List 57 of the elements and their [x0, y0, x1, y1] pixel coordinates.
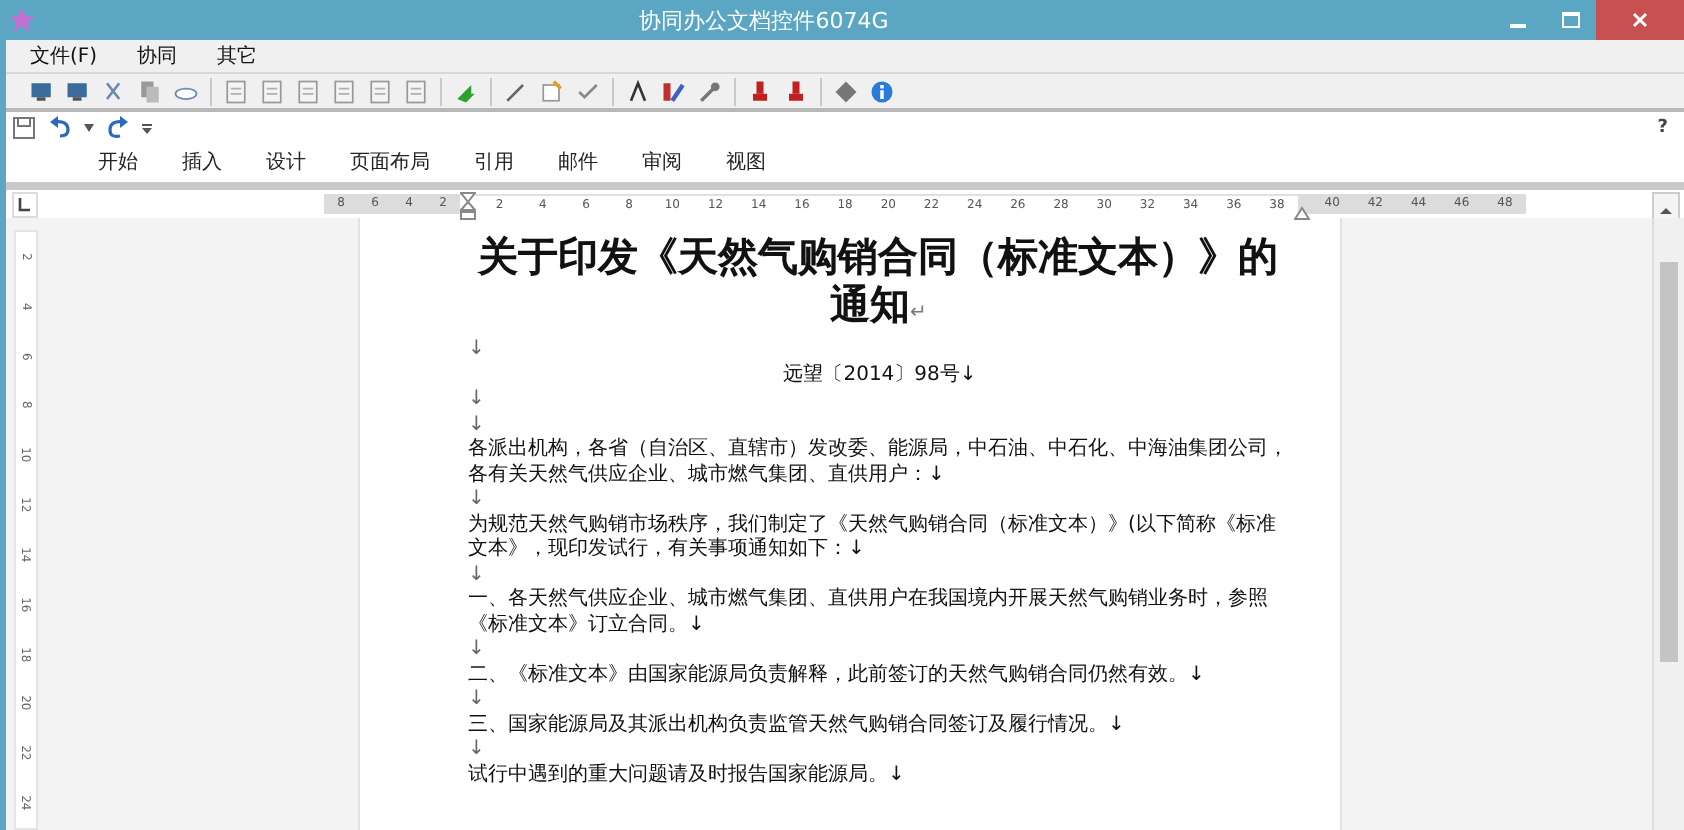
note-icon[interactable]	[538, 77, 566, 105]
tab-selector[interactable]	[12, 191, 38, 217]
scroll-up-button[interactable]	[1652, 192, 1680, 220]
ribbon-tab[interactable]: 审阅	[642, 147, 682, 175]
paragraph-mark: ↓	[468, 638, 487, 663]
letter-icon[interactable]	[624, 77, 652, 105]
ribbon-tab[interactable]: 页面布局	[350, 147, 430, 175]
monitor-icon[interactable]	[28, 77, 56, 105]
caret-icon[interactable]	[84, 124, 94, 132]
indent-marker[interactable]	[460, 192, 476, 220]
paragraph: 远望〔2014〕98号↓	[781, 363, 979, 388]
paragraph-mark: ↓	[468, 388, 487, 413]
document-title: 关于印发《天然气购销合同（标准文本）》的通知↵	[475, 234, 1280, 332]
redo-icon[interactable]	[106, 116, 130, 140]
ribbon-tab[interactable]: 插入	[182, 147, 222, 175]
paragraph: 为规范天然气购销市场秩序，我们制定了《天然气购销合同（标准文本）》(以下简称《标准文本》，现印发试行，有关事项通知如下：↓	[468, 513, 1278, 563]
info-icon[interactable]	[868, 77, 896, 105]
ribbon-tab[interactable]: 设计	[266, 147, 306, 175]
ribbon-tab[interactable]: 视图	[726, 147, 766, 175]
document-icon[interactable]	[294, 77, 322, 105]
document-icon[interactable]	[222, 77, 250, 105]
paragraph: 二、《标准文本》由国家能源局负责解释，此前签订的天然气购销合同仍然有效。↓	[468, 663, 1207, 688]
menu-item[interactable]: 其它	[217, 42, 258, 70]
copy-icon[interactable]	[136, 77, 164, 105]
document-icon[interactable]	[258, 77, 286, 105]
scrollbar-thumb[interactable]	[1660, 262, 1678, 662]
menu-item[interactable]: 文件(F)	[30, 42, 98, 70]
ribbon-tab[interactable]: 开始	[98, 147, 138, 175]
window-title: 协同办公文档控件6074G	[637, 5, 891, 35]
ribbon-tab[interactable]: 引用	[474, 147, 514, 175]
customize-icon[interactable]	[142, 123, 152, 133]
paragraph: 三、国家能源局及其派出机构负责监管天然气购销合同签订及履行情况。↓	[468, 713, 1127, 738]
maximize-icon	[1561, 12, 1579, 28]
paragraph-mark: ↓	[468, 488, 487, 513]
document-icon[interactable]	[366, 77, 394, 105]
document-icon[interactable]	[402, 77, 430, 105]
document-icon[interactable]	[330, 77, 358, 105]
tab-stop-icon	[14, 193, 36, 215]
paragraph: 一、各天然气供应企业、城市燃气集团、直供用户在我国境内开展天然气购销业务时，参照《标准文本》订立合同。↓	[468, 588, 1270, 638]
paragraph-mark: ↓	[468, 738, 487, 763]
paragraph: 试行中遇到的重大问题请及时报告国家能源局。↓	[468, 763, 907, 788]
paragraph-mark: ↓	[468, 688, 487, 713]
close-button[interactable]	[1596, 0, 1684, 40]
paragraph-mark: ↓	[468, 338, 487, 363]
menu-item[interactable]: 协同	[137, 42, 178, 70]
paragraph-mark: ↓	[468, 563, 487, 588]
save-icon[interactable]	[12, 116, 36, 140]
paragraph-mark: ↓	[468, 413, 487, 438]
vertical-scrollbar[interactable]	[1652, 218, 1684, 830]
paragraph: 各派出机构，各省（自治区、直辖市）发改委、能源局，中石油、中石化、中海油集团公司，各有关天然气供应企业、城市燃气集团、直供用户：↓	[468, 438, 1290, 488]
help-button[interactable]: ?	[1657, 118, 1668, 138]
app-icon	[8, 6, 36, 34]
ribbon-tab[interactable]: 邮件	[558, 147, 598, 175]
monitor-icon[interactable]	[64, 77, 92, 105]
close-icon	[1632, 12, 1648, 28]
undo-icon[interactable]	[48, 116, 72, 140]
pencil-icon[interactable]	[660, 77, 688, 105]
